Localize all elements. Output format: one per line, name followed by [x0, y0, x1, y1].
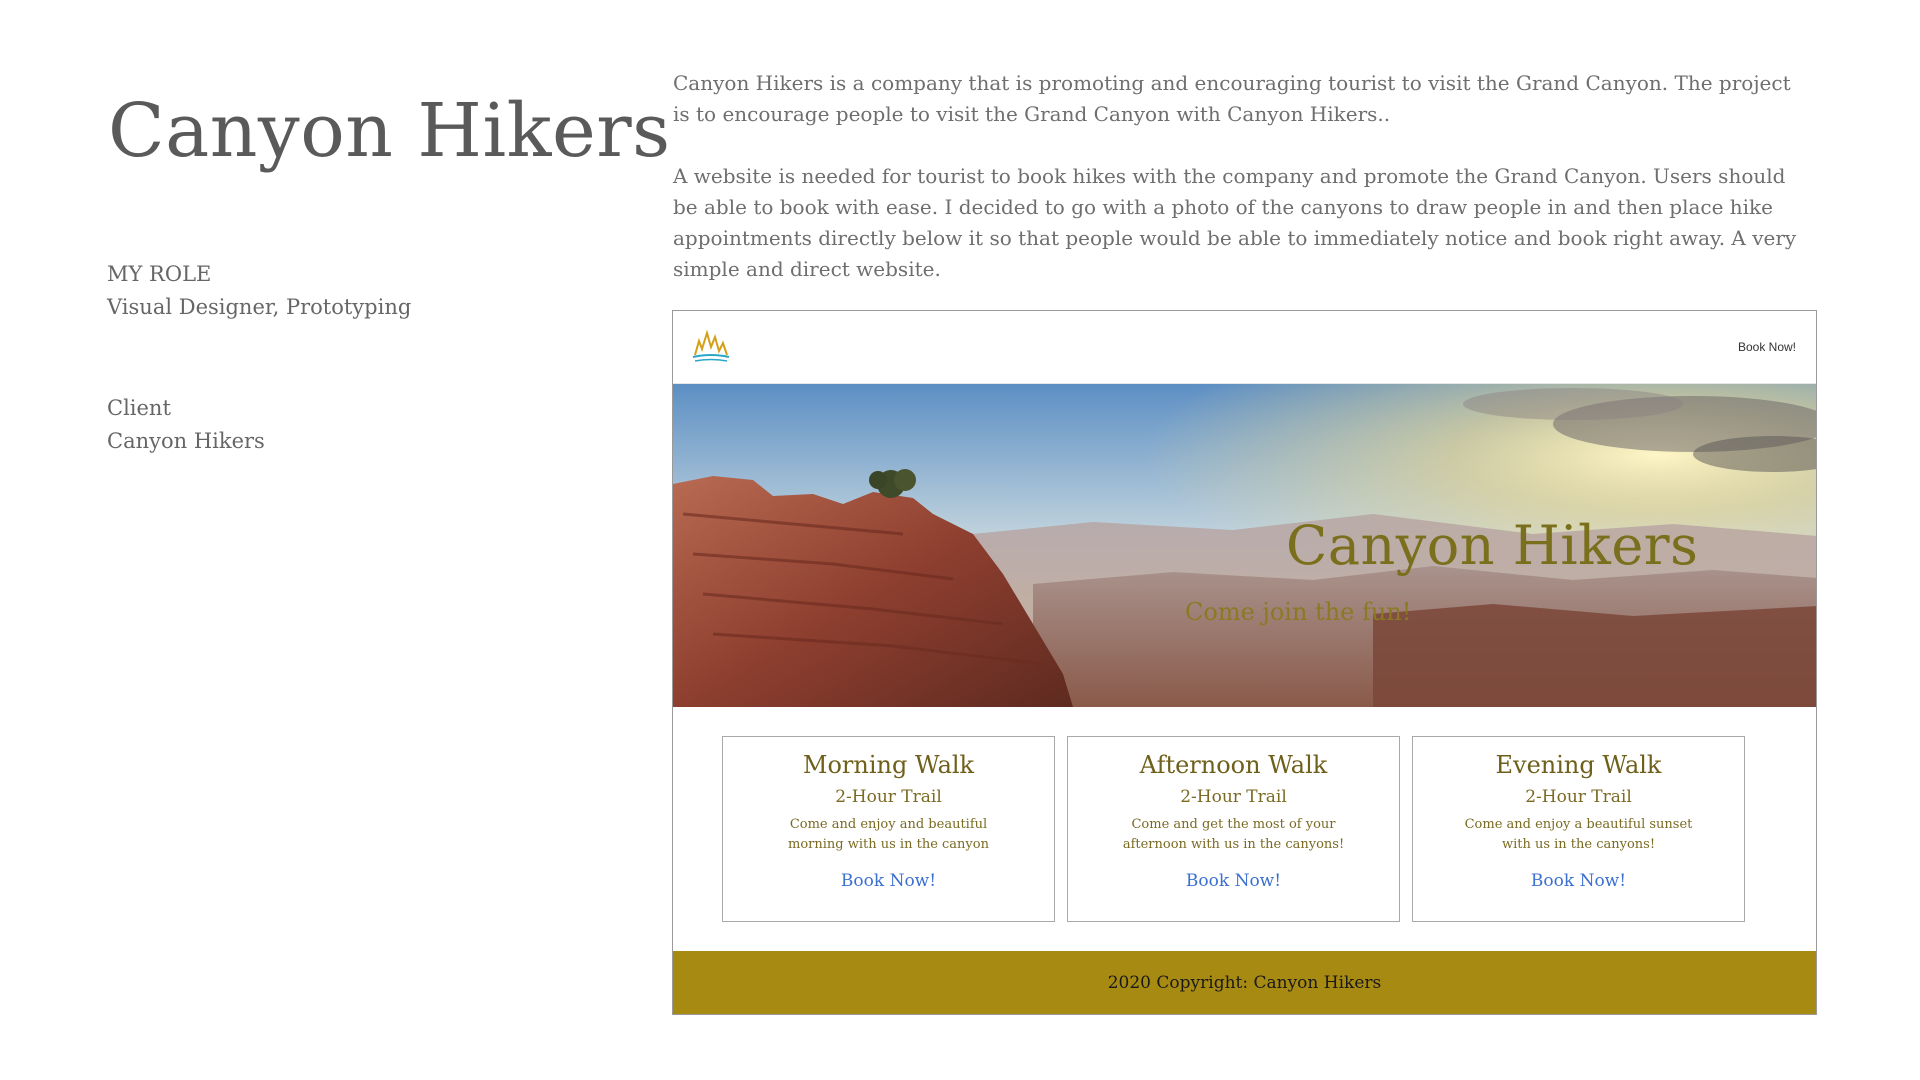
- card-trail: 2-Hour Trail: [835, 787, 942, 807]
- card-title: Afternoon Walk: [1139, 751, 1328, 779]
- hero-banner: Canyon Hikers Come join the fun!: [673, 384, 1816, 707]
- card-title: Evening Walk: [1495, 751, 1662, 779]
- card-trail: 2-Hour Trail: [1525, 787, 1632, 807]
- hero-subtitle: Come join the fun!: [1185, 598, 1412, 626]
- hike-card-evening: Evening Walk 2-Hour Trail Come and enjoy…: [1412, 736, 1745, 922]
- card-description: Come and enjoy and beautiful morning wit…: [788, 817, 989, 852]
- client-block: Client Canyon Hikers: [107, 392, 265, 458]
- card-description: Come and enjoy a beautiful sunset with u…: [1464, 817, 1693, 852]
- website-mockup: Book Now! Canyon Hikers Come join the fu…: [672, 310, 1817, 1015]
- card-title: Morning Walk: [802, 751, 975, 779]
- card-book-now-link[interactable]: Book Now!: [1186, 871, 1281, 891]
- card-book-now-link[interactable]: Book Now!: [1531, 871, 1626, 891]
- client-value: Canyon Hikers: [107, 429, 265, 453]
- hike-cards: Morning Walk 2-Hour Trail Come and enjoy…: [673, 707, 1816, 922]
- hike-card-afternoon: Afternoon Walk 2-Hour Trail Come and get…: [1067, 736, 1400, 922]
- hero-title: Canyon Hikers: [1286, 514, 1699, 577]
- canyon-logo-icon[interactable]: [687, 325, 735, 369]
- description-paragraph-2: A website is needed for tourist to book …: [673, 164, 1797, 281]
- project-title: Canyon Hikers: [108, 88, 671, 174]
- card-book-now-link[interactable]: Book Now!: [841, 871, 936, 891]
- card-trail: 2-Hour Trail: [1180, 787, 1287, 807]
- hike-card-morning: Morning Walk 2-Hour Trail Come and enjoy…: [722, 736, 1055, 922]
- project-description: Canyon Hikers is a company that is promo…: [673, 68, 1803, 316]
- client-label: Client: [107, 396, 171, 420]
- mockup-navbar: Book Now!: [673, 311, 1816, 384]
- nav-book-now-link[interactable]: Book Now!: [1738, 340, 1796, 354]
- mockup-footer: 2020 Copyright: Canyon Hikers: [673, 951, 1816, 1014]
- description-paragraph-1: Canyon Hikers is a company that is promo…: [673, 71, 1791, 126]
- role-block: MY ROLE Visual Designer, Prototyping: [107, 258, 411, 324]
- role-label: MY ROLE: [107, 262, 212, 286]
- role-value: Visual Designer, Prototyping: [107, 295, 412, 319]
- card-description: Come and get the most of your afternoon …: [1122, 817, 1345, 852]
